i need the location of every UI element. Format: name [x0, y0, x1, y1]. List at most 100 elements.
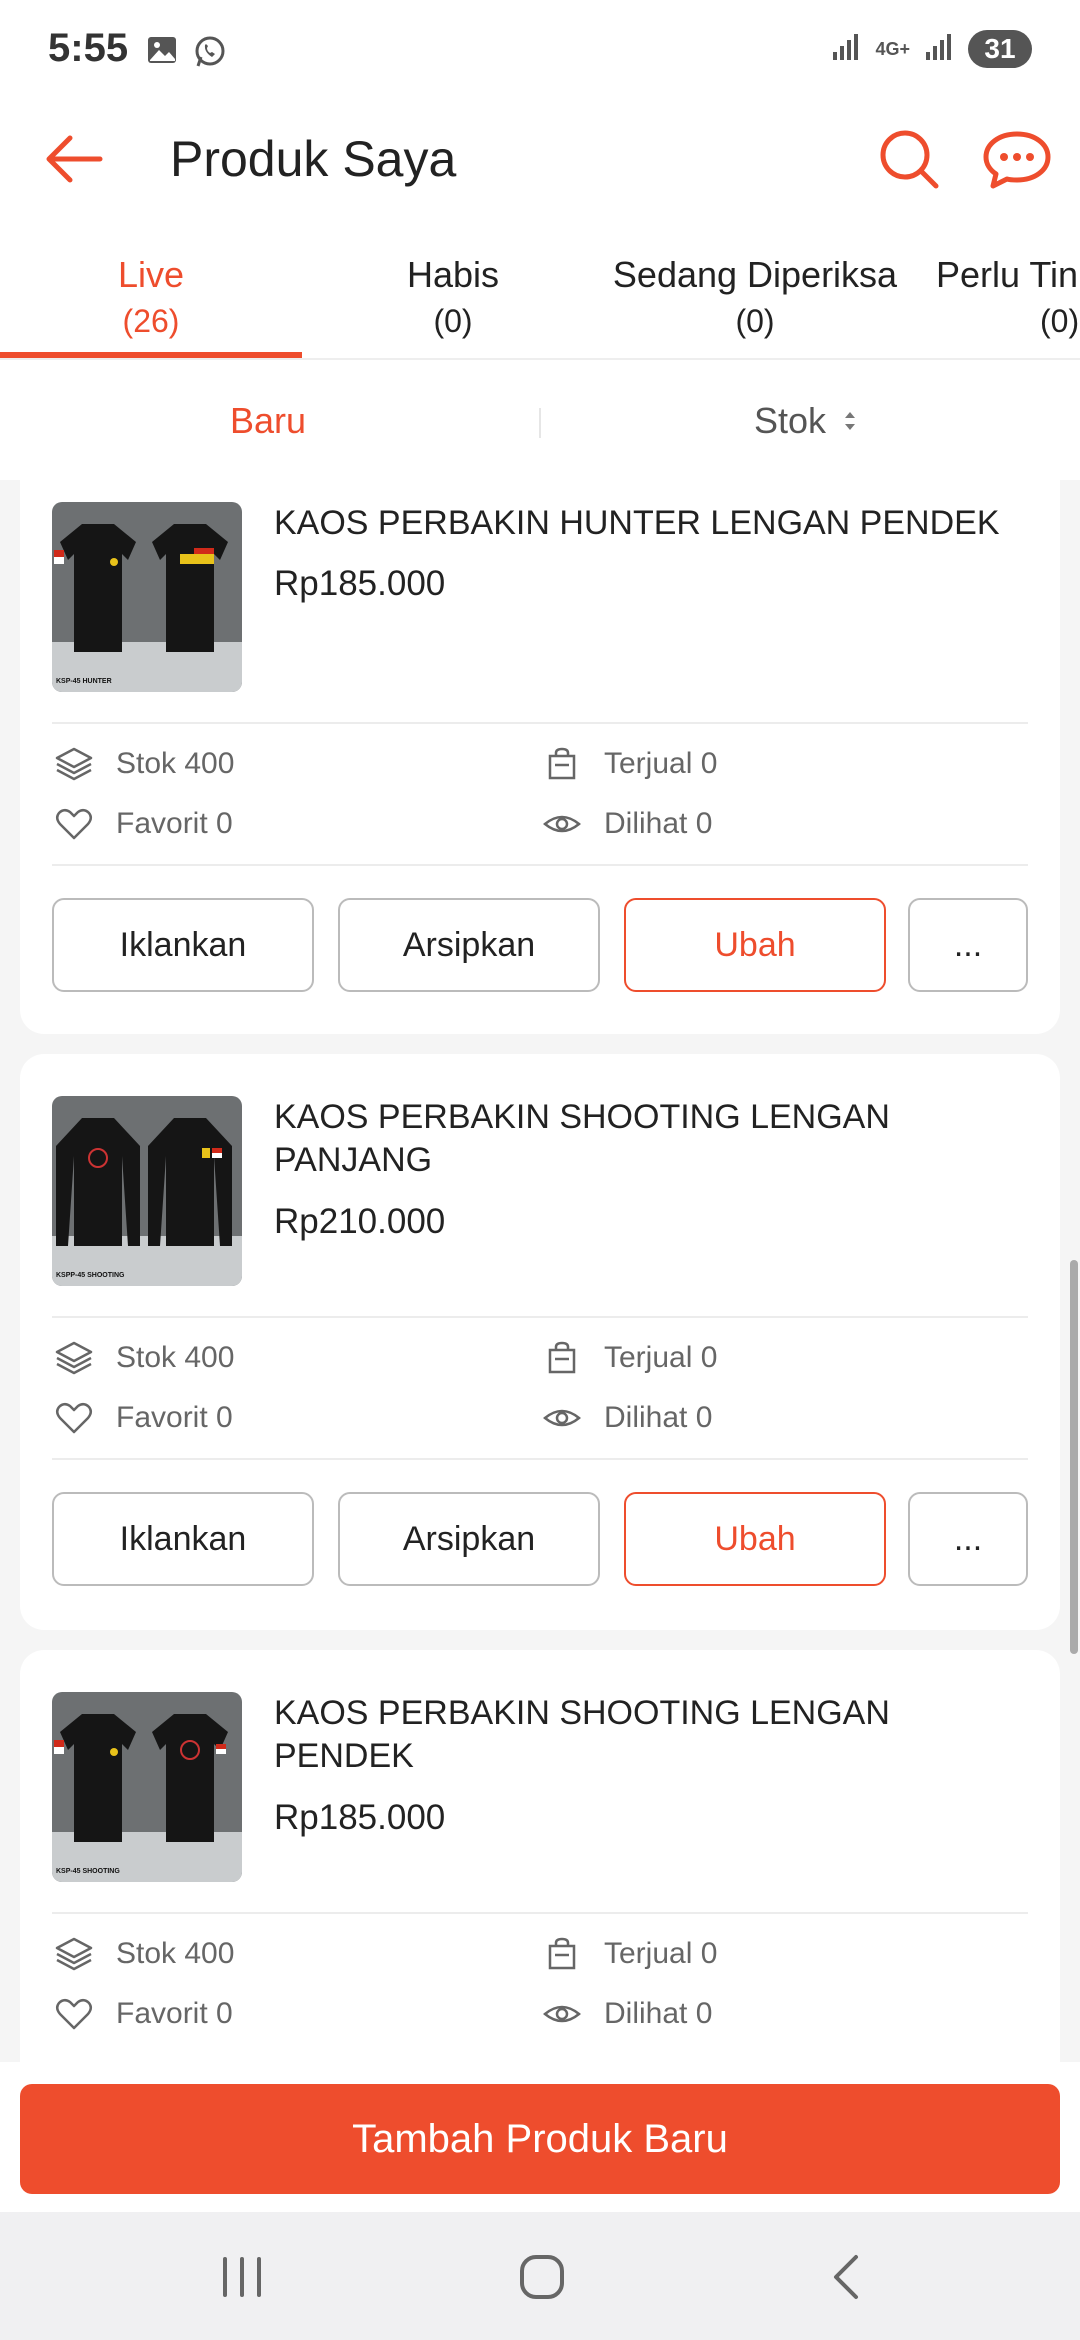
- product-price: Rp210.000: [274, 1202, 446, 1241]
- system-icons: 4G+ 31: [831, 30, 1032, 68]
- network-type-label: 4G+: [875, 38, 910, 59]
- search-button[interactable]: [874, 124, 944, 194]
- tab-live[interactable]: Live (26): [0, 252, 302, 344]
- add-product-button[interactable]: Tambah Produk Baru: [20, 2084, 1060, 2194]
- product-card: KSPP-45 SHOOTING KAOS PERBAKIN SHOOTING …: [20, 1054, 1060, 1630]
- stock-label: Stok 400: [116, 747, 235, 780]
- product-name[interactable]: KAOS PERBAKIN SHOOTING LENGAN PANJANG: [274, 1096, 1034, 1182]
- sort-divider: [539, 408, 541, 438]
- sold-label: Terjual 0: [604, 747, 718, 780]
- divider: [52, 722, 1028, 724]
- system-nav-bar: [0, 2212, 1080, 2340]
- thumbnail-caption: KSPP-45 SHOOTING: [56, 1272, 125, 1279]
- recent-apps-icon: [223, 2257, 261, 2297]
- views-stat: Dilihat 0: [542, 806, 712, 842]
- status-bar: 5:55 4G+ 31: [0, 0, 1080, 100]
- home-icon: [520, 2255, 564, 2299]
- views-label: Dilihat 0: [604, 1997, 713, 2030]
- layers-icon: [55, 1937, 93, 1971]
- tab-habis[interactable]: Habis (0): [302, 252, 604, 344]
- eye-icon: [543, 2005, 581, 2023]
- divider: [52, 1458, 1028, 1460]
- battery-indicator: 31: [968, 30, 1032, 68]
- product-price: Rp185.000: [274, 1798, 446, 1837]
- back-button[interactable]: [40, 124, 110, 194]
- tab-count: (26): [122, 303, 180, 339]
- shopping-bag-icon: [548, 1937, 576, 1970]
- archive-button[interactable]: Arsipkan: [338, 1492, 600, 1586]
- views-label: Dilihat 0: [604, 1401, 713, 1434]
- whatsapp-icon: [192, 34, 228, 75]
- chat-bubble-icon: [983, 131, 1051, 189]
- sort-new-button[interactable]: Baru: [230, 400, 306, 442]
- heart-icon: [56, 1403, 92, 1434]
- shopping-bag-icon: [548, 747, 576, 780]
- eye-icon: [543, 1409, 581, 1427]
- shopping-bag-icon: [548, 1341, 576, 1374]
- favorite-stat: Favorit 0: [54, 1996, 233, 2032]
- divider: [52, 1316, 1028, 1318]
- signal-icon-2: [924, 32, 954, 67]
- edit-button[interactable]: Ubah: [624, 898, 886, 992]
- favorite-stat: Favorit 0: [54, 1400, 233, 1436]
- scrollbar[interactable]: [1070, 1260, 1078, 1654]
- back-nav-button[interactable]: [806, 2242, 886, 2312]
- chat-button[interactable]: [980, 126, 1054, 196]
- tab-perlu-tindakan[interactable]: Perlu Tin (0): [936, 252, 1080, 344]
- sold-stat: Terjual 0: [542, 1340, 717, 1376]
- archive-button[interactable]: Arsipkan: [338, 898, 600, 992]
- product-price: Rp185.000: [274, 564, 446, 603]
- stock-label: Stok 400: [116, 1937, 235, 1970]
- promote-button[interactable]: Iklankan: [52, 1492, 314, 1586]
- edit-button[interactable]: Ubah: [624, 1492, 886, 1586]
- stock-stat: Stok 400: [54, 746, 234, 782]
- more-options-button[interactable]: ...: [908, 1492, 1028, 1586]
- views-stat: Dilihat 0: [542, 1400, 712, 1436]
- layers-icon: [55, 1341, 93, 1375]
- sold-stat: Terjual 0: [542, 746, 717, 782]
- sort-bar: Baru Stok: [0, 360, 1080, 480]
- divider: [52, 864, 1028, 866]
- heart-icon: [56, 1999, 92, 2030]
- gallery-icon: [146, 34, 178, 75]
- arrow-left-icon: [46, 135, 103, 183]
- divider: [52, 1912, 1028, 1914]
- views-label: Dilihat 0: [604, 807, 713, 840]
- product-card: KSP-45 SHOOTING KAOS PERBAKIN SHOOTING L…: [20, 1650, 1060, 2062]
- tab-label: Sedang Diperiksa: [612, 254, 898, 295]
- layers-icon: [55, 747, 93, 781]
- product-thumbnail[interactable]: KSP-45 HUNTER: [52, 502, 242, 692]
- product-name[interactable]: KAOS PERBAKIN HUNTER LENGAN PENDEK: [274, 502, 1034, 545]
- stock-stat: Stok 400: [54, 1340, 234, 1376]
- eye-icon: [543, 815, 581, 833]
- product-thumbnail[interactable]: KSP-45 SHOOTING: [52, 1692, 242, 1882]
- status-tabs: Live (26) Habis (0) Sedang Diperiksa (0)…: [0, 230, 1080, 360]
- tab-count: (0): [735, 303, 775, 339]
- home-button[interactable]: [502, 2242, 582, 2312]
- tab-label: Habis: [406, 254, 500, 295]
- back-chevron-icon: [834, 2255, 858, 2299]
- favorite-label: Favorit 0: [116, 1401, 233, 1434]
- tab-sedang-diperiksa[interactable]: Sedang Diperiksa (0): [604, 252, 906, 344]
- product-thumbnail[interactable]: KSPP-45 SHOOTING: [52, 1096, 242, 1286]
- status-time: 5:55: [48, 26, 129, 70]
- favorite-stat: Favorit 0: [54, 806, 233, 842]
- tab-label: Live: [117, 254, 185, 295]
- favorite-label: Favorit 0: [116, 807, 233, 840]
- sort-stock-label: Stok: [754, 400, 827, 441]
- recent-apps-button[interactable]: [202, 2242, 282, 2312]
- promote-button[interactable]: Iklankan: [52, 898, 314, 992]
- page-title: Produk Saya: [170, 131, 457, 187]
- thumbnail-caption: KSP-45 HUNTER: [56, 678, 112, 685]
- stock-label: Stok 400: [116, 1341, 235, 1374]
- tab-count: (0): [433, 303, 473, 339]
- search-icon: [880, 130, 939, 189]
- product-name[interactable]: KAOS PERBAKIN SHOOTING LENGAN PENDEK: [274, 1692, 1034, 1778]
- heart-icon: [56, 809, 92, 840]
- favorite-label: Favorit 0: [116, 1997, 233, 2030]
- views-stat: Dilihat 0: [542, 1996, 712, 2032]
- more-options-button[interactable]: ...: [908, 898, 1028, 992]
- sort-stock-button[interactable]: Stok: [754, 400, 862, 442]
- tab-count: (0): [1040, 303, 1080, 339]
- app-bar: Produk Saya: [0, 100, 1080, 230]
